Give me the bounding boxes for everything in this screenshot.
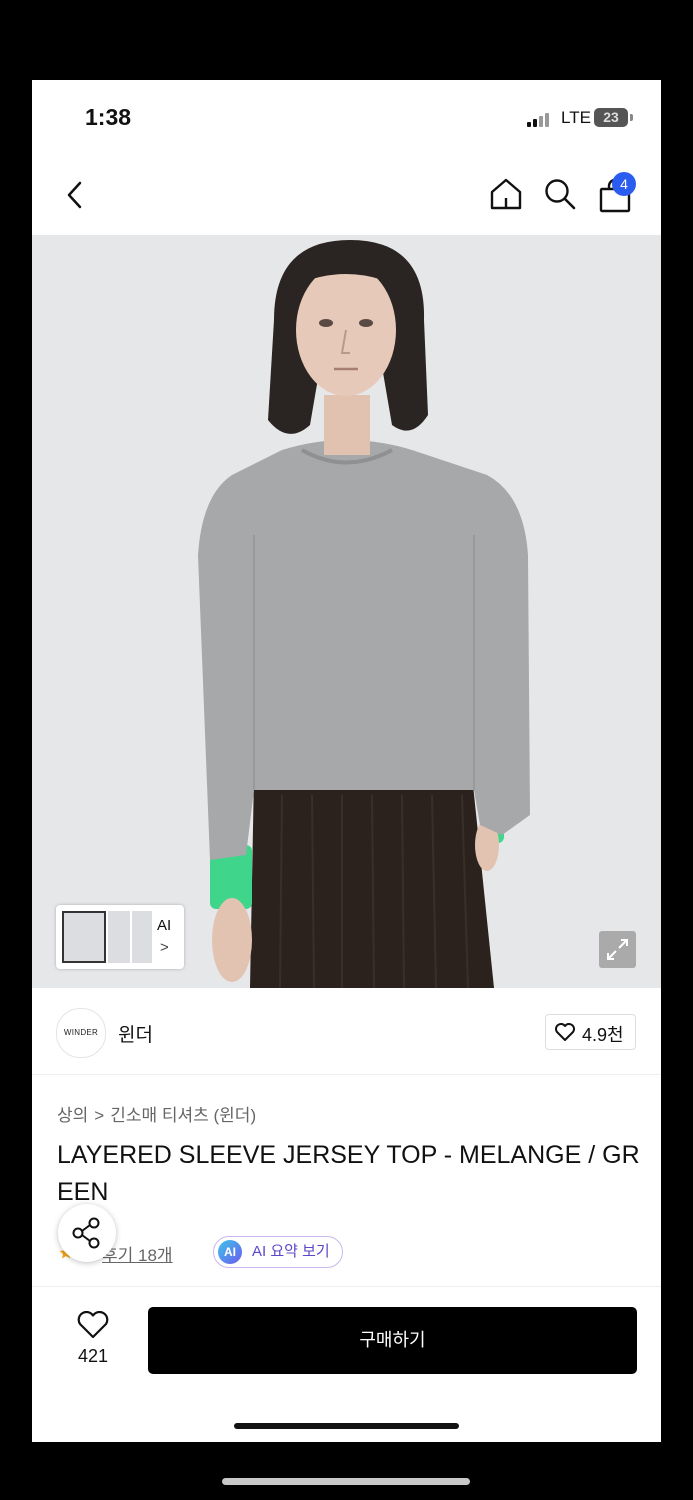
network-label: LTE [561, 108, 591, 127]
cart-count-badge: 4 [612, 172, 636, 196]
signal-icon [527, 113, 555, 127]
purchase-bar: 421 구매하기 [32, 1286, 661, 1442]
outer-home-indicator [222, 1478, 470, 1485]
thumbnail-3[interactable] [132, 911, 152, 963]
brand-like-button[interactable]: 4.9천 [545, 1014, 636, 1050]
breadcrumb-subcategory[interactable]: 긴소매 티셔츠 (윈더) [110, 1106, 256, 1125]
status-bar: 1:38 LTE 23 [32, 80, 661, 150]
ai-label: AI [157, 917, 172, 934]
ai-summary-button[interactable]: AI AI 요약 보기 [213, 1236, 343, 1268]
brand-like-count: 4.9천 [582, 1025, 624, 1045]
chevron-left-icon[interactable] [64, 180, 86, 210]
gallery-thumbnails[interactable]: AI > [56, 905, 184, 969]
brand-row: WINDER 윈더 4.9천 [32, 990, 661, 1075]
home-icon[interactable] [488, 176, 524, 212]
battery-icon: 23 [594, 108, 628, 127]
wishlist-count: 421 [77, 1346, 109, 1366]
breadcrumb-category[interactable]: 상의 [57, 1106, 88, 1125]
breadcrumb: 상의 > 긴소매 티셔츠 (윈더) [57, 1101, 256, 1126]
breadcrumb-separator: > [94, 1106, 105, 1125]
product-title: LAYERED SLEEVE JERSEY TOP - MELANGE / GR… [57, 1141, 640, 1206]
ai-summary-label: AI 요약 보기 [252, 1243, 330, 1260]
review-row: 후기 18개 AI AI 요약 보기 [56, 1235, 656, 1269]
thumbnail-1[interactable] [62, 911, 106, 963]
brand-logo[interactable]: WINDER [56, 1008, 106, 1058]
battery-tip [630, 114, 633, 121]
heart-icon [77, 1310, 109, 1339]
ai-badge-icon: AI [218, 1240, 242, 1264]
chevron-right-icon: > [160, 939, 169, 956]
share-icon [72, 1217, 100, 1249]
brand-name[interactable]: 윈더 [118, 1020, 153, 1047]
expand-button[interactable] [599, 931, 636, 968]
wishlist-button[interactable]: 421 [70, 1310, 116, 1367]
buy-button[interactable]: 구매하기 [148, 1307, 637, 1374]
top-nav [32, 160, 661, 236]
share-button[interactable] [58, 1204, 116, 1262]
expand-icon [607, 939, 628, 960]
thumbnail-2[interactable] [108, 911, 130, 963]
search-icon[interactable] [542, 176, 578, 212]
home-indicator [234, 1423, 459, 1429]
phone-screen: 1:38 LTE 23 4 AI > WINDER 윈더 4.9천 상의 > 긴… [32, 80, 661, 1442]
heart-icon [555, 1023, 575, 1041]
product-photo [32, 235, 661, 988]
product-image[interactable] [32, 235, 661, 988]
status-time: 1:38 [85, 104, 132, 130]
